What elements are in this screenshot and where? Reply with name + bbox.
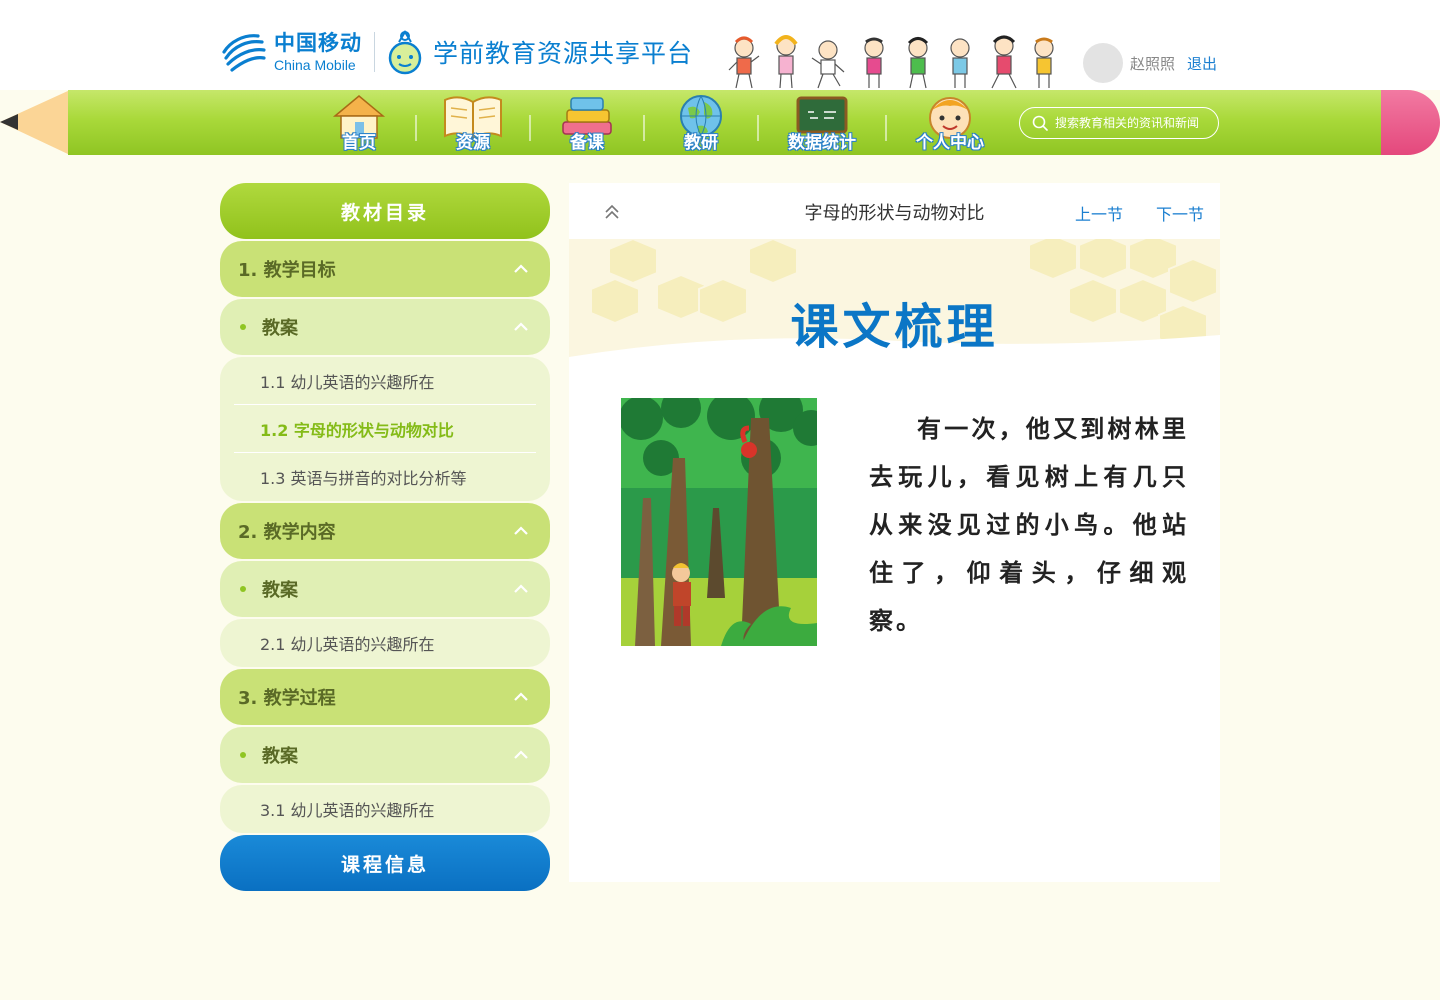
main-navbar: 首页 资源 备课 教研 数据统计 个人中心 搜索教育相关的资讯和新闻 <box>0 90 1440 155</box>
list-item-active[interactable]: 1.2 字母的形状与动物对比 <box>234 405 536 453</box>
nav-item-lesson-prep[interactable]: 备课 <box>544 90 630 155</box>
subsection-header[interactable]: 教案 <box>220 561 550 617</box>
nav-item-home[interactable]: 首页 <box>316 90 402 155</box>
chevron-up-icon <box>514 692 528 701</box>
chevron-up-icon <box>514 750 528 759</box>
sidebar-section: 1. 教学目标 教案 1.1 幼儿英语的兴趣所在 1.2 字母的形状与动物对比 … <box>220 241 550 501</box>
nav-divider <box>415 115 417 141</box>
nav-divider <box>643 115 645 141</box>
section-label: 2. 教学内容 <box>238 522 336 543</box>
chevron-up-icon <box>514 264 528 273</box>
section-header[interactable]: 2. 教学内容 <box>220 503 550 559</box>
prev-section-link[interactable]: 上一节 <box>1075 201 1123 225</box>
nav-label: 个人中心 <box>916 133 984 153</box>
nav-item-research[interactable]: 教研 <box>658 90 744 155</box>
section-header[interactable]: 3. 教学过程 <box>220 669 550 725</box>
nav-divider <box>757 115 759 141</box>
search-box <box>1019 107 1219 139</box>
banner-title: 课文梳理 <box>790 299 999 355</box>
logout-link[interactable]: 退出 <box>1187 53 1217 74</box>
nav-menu: 首页 资源 备课 教研 数据统计 个人中心 <box>316 90 1000 155</box>
forest-boy-illustration <box>621 398 817 646</box>
brand: 中国移动 China Mobile 学前教育资源共享平台 <box>220 28 693 76</box>
brand-name-en: China Mobile <box>274 56 356 73</box>
subsection-label: 教案 <box>262 318 298 339</box>
nav-label: 数据统计 <box>788 133 856 153</box>
subsection-header[interactable]: 教案 <box>220 299 550 355</box>
subsection-label: 教案 <box>262 580 298 601</box>
nav-item-resources[interactable]: 资源 <box>430 90 516 155</box>
course-info-button[interactable]: 课程信息 <box>220 835 550 891</box>
nav-divider <box>529 115 531 141</box>
next-section-link[interactable]: 下一节 <box>1156 201 1204 225</box>
section-header[interactable]: 1. 教学目标 <box>220 241 550 297</box>
sidebar-section: 2. 教学内容 教案 2.1 幼儿英语的兴趣所在 <box>220 503 550 667</box>
bullet-dot <box>240 586 246 592</box>
nav-label: 首页 <box>342 133 376 153</box>
subsection-header[interactable]: 教案 <box>220 727 550 783</box>
sidebar-section: 3. 教学过程 教案 3.1 幼儿英语的兴趣所在 <box>220 669 550 833</box>
nav-item-statistics[interactable]: 数据统计 <box>772 90 872 155</box>
list-item[interactable]: 1.3 英语与拼音的对比分析等 <box>234 453 536 501</box>
subsection-items: 1.1 幼儿英语的兴趣所在 1.2 字母的形状与动物对比 1.3 英语与拼音的对… <box>220 357 550 501</box>
sidebar-title: 教材目录 <box>220 183 550 239</box>
china-mobile-logo <box>222 34 266 72</box>
nav-divider <box>885 115 887 141</box>
chevron-up-icon <box>514 584 528 593</box>
pencil-eraser <box>1381 90 1440 155</box>
sidebar: 教材目录 1. 教学目标 教案 1.1 幼儿英语的兴趣所在 1.2 字母的形状与… <box>220 183 550 891</box>
list-item[interactable]: 3.1 幼儿英语的兴趣所在 <box>234 785 536 833</box>
subsection-label: 教案 <box>262 746 298 767</box>
chevron-up-icon <box>514 322 528 331</box>
user-name: 赵照照 <box>1130 54 1176 73</box>
avatar[interactable] <box>1083 43 1123 83</box>
bullet-dot <box>240 324 246 330</box>
brand-divider <box>374 32 375 72</box>
kids-illustration <box>728 35 1054 89</box>
search-input[interactable] <box>1055 116 1215 130</box>
platform-name: 学前教育资源共享平台 <box>433 39 694 68</box>
lesson-content: 字母的形状与动物对比 上一节 下一节 课文梳理 有一次，他又到树林里去玩儿，看见… <box>569 183 1220 882</box>
user-area: 赵照照 退出 <box>1083 43 1217 83</box>
nav-label: 资源 <box>456 133 490 153</box>
nav-item-personal-center[interactable]: 个人中心 <box>900 90 1000 155</box>
list-item[interactable]: 2.1 幼儿英语的兴趣所在 <box>234 619 536 667</box>
section-label: 1. 教学目标 <box>238 260 336 281</box>
bullet-dot <box>240 752 246 758</box>
list-item[interactable]: 1.1 幼儿英语的兴趣所在 <box>234 357 536 405</box>
nav-label: 备课 <box>570 133 604 153</box>
story-paragraph: 有一次，他又到树林里去玩儿，看见树上有几只从来没见过的小鸟。他站住了，仰着头，仔… <box>869 414 1189 635</box>
search-icon[interactable] <box>1032 115 1048 131</box>
lesson-toolbar: 字母的形状与动物对比 上一节 下一节 <box>569 183 1220 239</box>
chevron-up-icon <box>514 526 528 535</box>
top-header: 中国移动 China Mobile 学前教育资源共享平台 赵照照 退出 <box>0 0 1440 90</box>
nav-label: 教研 <box>684 133 718 153</box>
brand-name-cn: 中国移动 <box>274 30 362 55</box>
subsection-items: 2.1 幼儿英语的兴趣所在 <box>220 619 550 667</box>
platform-logo-icon <box>388 30 422 75</box>
section-label: 3. 教学过程 <box>238 688 336 709</box>
subsection-items: 3.1 幼儿英语的兴趣所在 <box>220 785 550 833</box>
